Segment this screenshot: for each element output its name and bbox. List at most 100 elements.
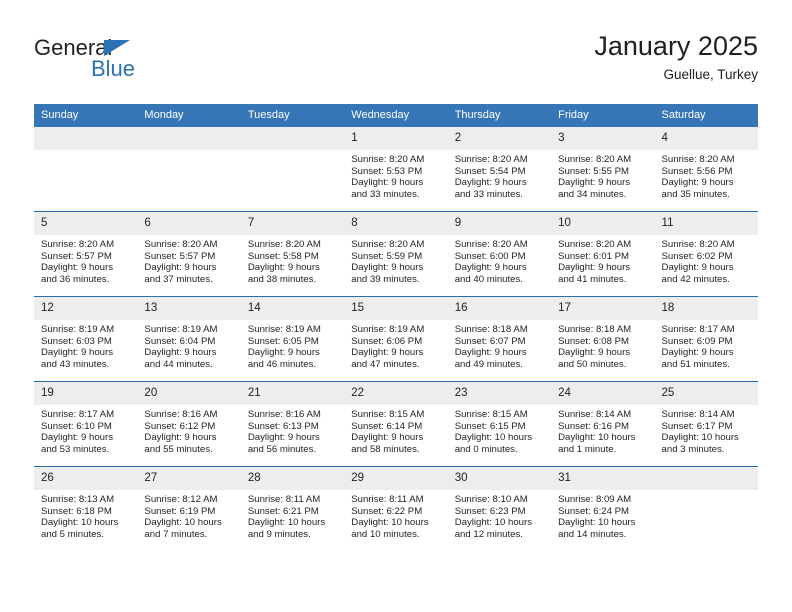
day-sun-info: Sunrise: 8:19 AM Sunset: 6:05 PM Daylight:… bbox=[241, 320, 344, 370]
day-number: 4 bbox=[654, 127, 758, 150]
day-number: 16 bbox=[447, 297, 552, 320]
sunset-text: Sunset: 5:54 PM bbox=[454, 165, 526, 177]
day-sun-info: Sunrise: 8:15 AM Sunset: 6:15 PM Daylight:… bbox=[448, 405, 551, 455]
calendar-day-cell[interactable]: 6 Sunrise: 8:20 AM Sunset: 5:57 PM Daylight… bbox=[137, 211, 241, 297]
calendar-day-cell[interactable]: 8 Sunrise: 8:20 AM Sunset: 5:59 PM Daylight… bbox=[344, 211, 448, 297]
sunset-text: Sunset: 6:09 PM bbox=[661, 335, 733, 347]
calendar-day-cell[interactable]: 11 Sunrise: 8:20 AM Sunset: 6:02 PM Dayligh… bbox=[654, 211, 758, 297]
sunset-text: Sunset: 6:17 PM bbox=[661, 420, 733, 432]
calendar-day-cell[interactable]: 21 Sunrise: 8:16 AM Sunset: 6:13 PM Dayligh… bbox=[240, 381, 345, 467]
calendar-day-cell[interactable]: 27 Sunrise: 8:12 AM Sunset: 6:19 PM Dayligh… bbox=[137, 466, 241, 551]
sunrise-text: Sunrise: 8:14 AM bbox=[558, 409, 632, 420]
calendar-day-cell[interactable]: 1 Sunrise: 8:20 AM Sunset: 5:53 PM Daylight… bbox=[344, 127, 448, 212]
calendar-day-cell[interactable]: 12 Sunrise: 8:19 AM Sunset: 6:03 PM Dayligh… bbox=[34, 296, 138, 382]
day-cell-content: 29 Sunrise: 8:11 AM Sunset: 6:22 PM Dayligh… bbox=[344, 467, 448, 551]
logo-text-blue: Blue bbox=[91, 56, 136, 81]
sunset-text: Sunset: 6:00 PM bbox=[454, 250, 526, 262]
day-number: 18 bbox=[654, 297, 758, 320]
daylight-text-line2: and 44 minutes. bbox=[144, 358, 213, 370]
daylight-text-line2: and 14 minutes. bbox=[558, 528, 627, 540]
day-number bbox=[137, 127, 241, 150]
day-sun-info: Sunrise: 8:14 AM Sunset: 6:16 PM Daylight:… bbox=[551, 405, 654, 455]
day-cell-content: 14 Sunrise: 8:19 AM Sunset: 6:05 PM Dayligh… bbox=[240, 297, 345, 381]
calendar-day-cell[interactable]: 19 Sunrise: 8:17 AM Sunset: 6:10 PM Dayligh… bbox=[34, 381, 138, 467]
sunset-text: Sunset: 6:06 PM bbox=[351, 335, 423, 347]
daylight-text-line1: Daylight: 9 hours bbox=[247, 432, 320, 444]
calendar-day-cell[interactable]: 2 Sunrise: 8:20 AM Sunset: 5:54 PM Daylight… bbox=[447, 127, 552, 212]
calendar-day-cell[interactable]: 26 Sunrise: 8:13 AM Sunset: 6:18 PM Dayligh… bbox=[34, 466, 138, 551]
sunset-text: Sunset: 6:01 PM bbox=[558, 250, 630, 262]
calendar-day-cell[interactable]: 17 Sunrise: 8:18 AM Sunset: 6:08 PM Dayligh… bbox=[551, 296, 655, 382]
daylight-text-line2: and 33 minutes. bbox=[351, 188, 420, 200]
day-sun-info: Sunrise: 8:15 AM Sunset: 6:14 PM Daylight:… bbox=[344, 405, 447, 455]
calendar-day-cell[interactable]: 31 Sunrise: 8:09 AM Sunset: 6:24 PM Dayligh… bbox=[551, 466, 655, 551]
calendar-day-cell[interactable]: 13 Sunrise: 8:19 AM Sunset: 6:04 PM Dayligh… bbox=[137, 296, 241, 382]
daylight-text-line1: Daylight: 9 hours bbox=[351, 347, 424, 359]
calendar-day-cell[interactable]: 24 Sunrise: 8:14 AM Sunset: 6:16 PM Dayligh… bbox=[551, 381, 655, 467]
calendar-day-cell[interactable]: 22 Sunrise: 8:15 AM Sunset: 6:14 PM Dayligh… bbox=[344, 381, 448, 467]
day-cell-content: 15 Sunrise: 8:19 AM Sunset: 6:06 PM Dayligh… bbox=[344, 297, 448, 381]
day-number: 19 bbox=[34, 382, 138, 405]
daylight-text-line1: Daylight: 9 hours bbox=[144, 432, 217, 444]
day-cell-content: 21 Sunrise: 8:16 AM Sunset: 6:13 PM Dayligh… bbox=[240, 382, 345, 466]
day-cell-content: 30 Sunrise: 8:10 AM Sunset: 6:23 PM Dayligh… bbox=[447, 467, 552, 551]
daylight-text-line1: Daylight: 10 hours bbox=[661, 432, 739, 444]
daylight-text-line2: and 51 minutes. bbox=[661, 358, 730, 370]
daylight-text-line2: and 35 minutes. bbox=[661, 188, 730, 200]
calendar-day-cell[interactable]: 25 Sunrise: 8:14 AM Sunset: 6:17 PM Dayligh… bbox=[654, 381, 758, 467]
day-cell-content: 9 Sunrise: 8:20 AM Sunset: 6:00 PM Daylight… bbox=[447, 212, 552, 296]
calendar-week-row: 19 Sunrise: 8:17 AM Sunset: 6:10 PM Dayligh… bbox=[34, 381, 758, 467]
sunrise-text: Sunrise: 8:19 AM bbox=[41, 324, 115, 335]
calendar-day-cell[interactable]: 7 Sunrise: 8:20 AM Sunset: 5:58 PM Daylight… bbox=[240, 211, 345, 297]
calendar-day-cell[interactable]: 29 Sunrise: 8:11 AM Sunset: 6:22 PM Dayligh… bbox=[344, 466, 448, 551]
day-number: 8 bbox=[344, 212, 448, 235]
sunset-text: Sunset: 6:15 PM bbox=[454, 420, 526, 432]
day-sun-info bbox=[655, 490, 758, 494]
daylight-text-line2: and 55 minutes. bbox=[144, 443, 213, 455]
calendar-day-cell[interactable]: 4 Sunrise: 8:20 AM Sunset: 5:56 PM Daylight… bbox=[654, 127, 758, 212]
calendar-day-cell[interactable]: 16 Sunrise: 8:18 AM Sunset: 6:07 PM Dayligh… bbox=[447, 296, 552, 382]
calendar-day-cell[interactable]: 5 Sunrise: 8:20 AM Sunset: 5:57 PM Daylight… bbox=[34, 211, 138, 297]
day-cell-content: 28 Sunrise: 8:11 AM Sunset: 6:21 PM Dayligh… bbox=[240, 467, 345, 551]
general-blue-logo[interactable]: General Blue bbox=[34, 36, 234, 92]
calendar-day-cell[interactable]: 15 Sunrise: 8:19 AM Sunset: 6:06 PM Dayligh… bbox=[344, 296, 448, 382]
day-sun-info: Sunrise: 8:14 AM Sunset: 6:17 PM Daylight:… bbox=[655, 405, 758, 455]
calendar-week-row: 5 Sunrise: 8:20 AM Sunset: 5:57 PM Daylight… bbox=[34, 211, 758, 297]
calendar-day-cell[interactable]: 28 Sunrise: 8:11 AM Sunset: 6:21 PM Dayligh… bbox=[240, 466, 345, 551]
calendar-day-cell[interactable]: 20 Sunrise: 8:16 AM Sunset: 6:12 PM Dayligh… bbox=[137, 381, 241, 467]
calendar-day-cell[interactable]: 23 Sunrise: 8:15 AM Sunset: 6:15 PM Dayligh… bbox=[447, 381, 552, 467]
day-number: 1 bbox=[344, 127, 448, 150]
daylight-text-line2: and 50 minutes. bbox=[558, 358, 627, 370]
daylight-text-line1: Daylight: 9 hours bbox=[454, 177, 527, 189]
sunset-text: Sunset: 6:18 PM bbox=[41, 505, 112, 517]
daylight-text-line1: Daylight: 10 hours bbox=[41, 517, 119, 529]
calendar-day-cell[interactable]: 18 Sunrise: 8:17 AM Sunset: 6:09 PM Dayligh… bbox=[654, 296, 758, 382]
sunrise-text: Sunrise: 8:19 AM bbox=[144, 324, 218, 335]
sunset-text: Sunset: 6:05 PM bbox=[247, 335, 319, 347]
day-sun-info: Sunrise: 8:20 AM Sunset: 6:02 PM Daylight:… bbox=[655, 235, 758, 285]
day-number: 2 bbox=[447, 127, 552, 150]
calendar-day-cell[interactable]: 30 Sunrise: 8:10 AM Sunset: 6:23 PM Dayligh… bbox=[447, 466, 552, 551]
day-number: 28 bbox=[240, 467, 345, 490]
sunset-text: Sunset: 5:53 PM bbox=[351, 165, 423, 177]
daylight-text-line1: Daylight: 9 hours bbox=[558, 347, 631, 359]
day-sun-info: Sunrise: 8:19 AM Sunset: 6:04 PM Daylight:… bbox=[137, 320, 240, 370]
day-cell-content: 6 Sunrise: 8:20 AM Sunset: 5:57 PM Daylight… bbox=[137, 212, 241, 296]
page-title: January 2025 bbox=[594, 31, 758, 61]
day-cell-content: 20 Sunrise: 8:16 AM Sunset: 6:12 PM Dayligh… bbox=[137, 382, 241, 466]
sunset-text: Sunset: 6:21 PM bbox=[247, 505, 319, 517]
sunrise-text: Sunrise: 8:14 AM bbox=[661, 409, 735, 420]
calendar-day-cell[interactable]: 14 Sunrise: 8:19 AM Sunset: 6:05 PM Dayligh… bbox=[240, 296, 345, 382]
calendar-day-cell[interactable]: 9 Sunrise: 8:20 AM Sunset: 6:00 PM Daylight… bbox=[447, 211, 552, 297]
day-cell-content: 22 Sunrise: 8:15 AM Sunset: 6:14 PM Dayligh… bbox=[344, 382, 448, 466]
calendar-day-cell[interactable]: 10 Sunrise: 8:20 AM Sunset: 6:01 PM Dayligh… bbox=[551, 211, 655, 297]
day-cell-content: 2 Sunrise: 8:20 AM Sunset: 5:54 PM Daylight… bbox=[447, 127, 552, 211]
calendar-day-cell bbox=[34, 127, 138, 212]
calendar-day-cell[interactable]: 3 Sunrise: 8:20 AM Sunset: 5:55 PM Daylight… bbox=[551, 127, 655, 212]
daylight-text-line1: Daylight: 9 hours bbox=[247, 262, 320, 274]
sunrise-text: Sunrise: 8:18 AM bbox=[558, 324, 632, 335]
sunset-text: Sunset: 6:24 PM bbox=[558, 505, 630, 517]
day-number: 6 bbox=[137, 212, 241, 235]
sunrise-text: Sunrise: 8:20 AM bbox=[558, 154, 632, 165]
calendar-body: 1 Sunrise: 8:20 AM Sunset: 5:53 PM Daylight… bbox=[34, 127, 758, 551]
